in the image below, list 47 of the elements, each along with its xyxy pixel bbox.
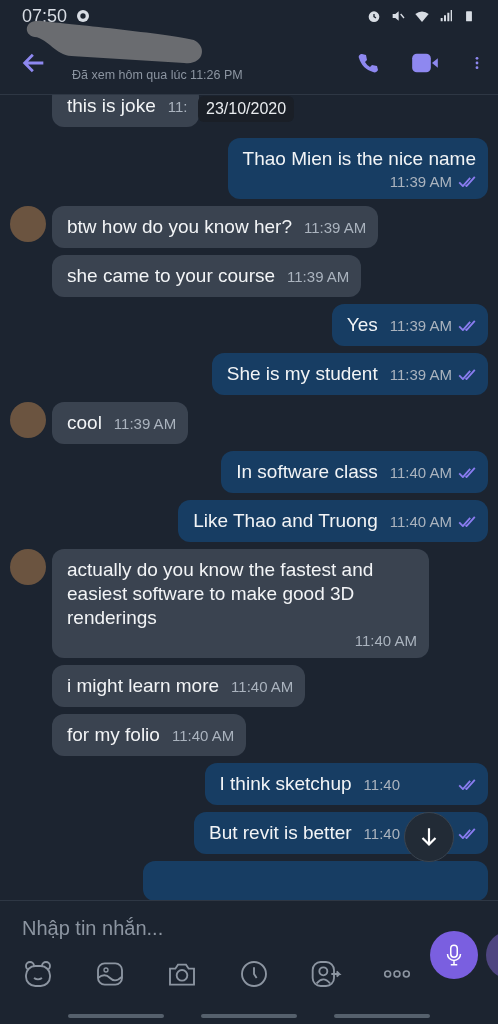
message-time: 11:39 AM xyxy=(303,219,367,236)
message-text: she came to your course xyxy=(67,264,276,288)
clock-button[interactable] xyxy=(238,958,270,990)
voice-message-button[interactable] xyxy=(430,931,478,979)
message-time: 11:40 AM xyxy=(389,513,452,530)
message-text: this is joke xyxy=(67,95,156,118)
message-time: 11:39 AM xyxy=(113,415,177,432)
message-time: 11: xyxy=(167,98,188,115)
message-text: She is my student xyxy=(226,362,378,386)
message-time: 11:40 xyxy=(363,825,400,842)
signal-icon xyxy=(438,8,454,24)
message-text: cool xyxy=(67,411,102,435)
date-chip: 23/10/2020 xyxy=(198,96,295,122)
phone-icon xyxy=(356,51,380,75)
mute-icon xyxy=(390,8,406,24)
message-text: Yes xyxy=(346,313,378,337)
message-text: btw how do you know her? xyxy=(67,215,292,239)
message-text: But revit is better xyxy=(209,821,352,845)
browser-icon xyxy=(75,8,92,24)
person-arrow-icon xyxy=(310,958,342,990)
last-seen-text: Đã xem hôm qua lúc 11:26 PM xyxy=(72,68,243,82)
sticker-button[interactable] xyxy=(22,958,54,990)
clock-icon xyxy=(238,958,270,990)
message-time: 11:40 xyxy=(363,776,400,793)
message-time: 11:39 AM xyxy=(389,173,452,190)
bear-face-icon xyxy=(22,958,54,990)
message-time: 11:40 AM xyxy=(171,727,235,744)
clock: 07:50 xyxy=(22,5,68,27)
ellipsis-icon xyxy=(382,970,412,978)
message-text: Like Thao and Truong xyxy=(193,509,378,533)
message-time: 11:39 AM xyxy=(287,268,350,285)
message-time: 11:39 AM xyxy=(389,366,452,383)
message-text: for my folio xyxy=(67,723,160,747)
message-text: I think sketchup xyxy=(219,772,352,796)
message-time: 11:40 AM xyxy=(389,464,452,481)
call-button[interactable] xyxy=(356,51,380,75)
message-time: 11:39 AM xyxy=(389,317,452,334)
message-text: actually do you know the fastest and easiest software to make good 3D renderings xyxy=(67,558,375,630)
message-time: 11:40 AM xyxy=(354,632,417,649)
message-text: In software class xyxy=(236,460,378,484)
message-time: 11:40 AM xyxy=(231,678,294,695)
message-text: i might learn more xyxy=(67,674,220,698)
message-input[interactable]: Nhập tin nhắn... xyxy=(22,917,382,940)
more-options-button[interactable] xyxy=(382,970,412,978)
message-text: Thao Mien is the nice name xyxy=(242,147,476,171)
alarm-icon xyxy=(366,8,382,24)
share-contact-button[interactable] xyxy=(310,958,342,990)
